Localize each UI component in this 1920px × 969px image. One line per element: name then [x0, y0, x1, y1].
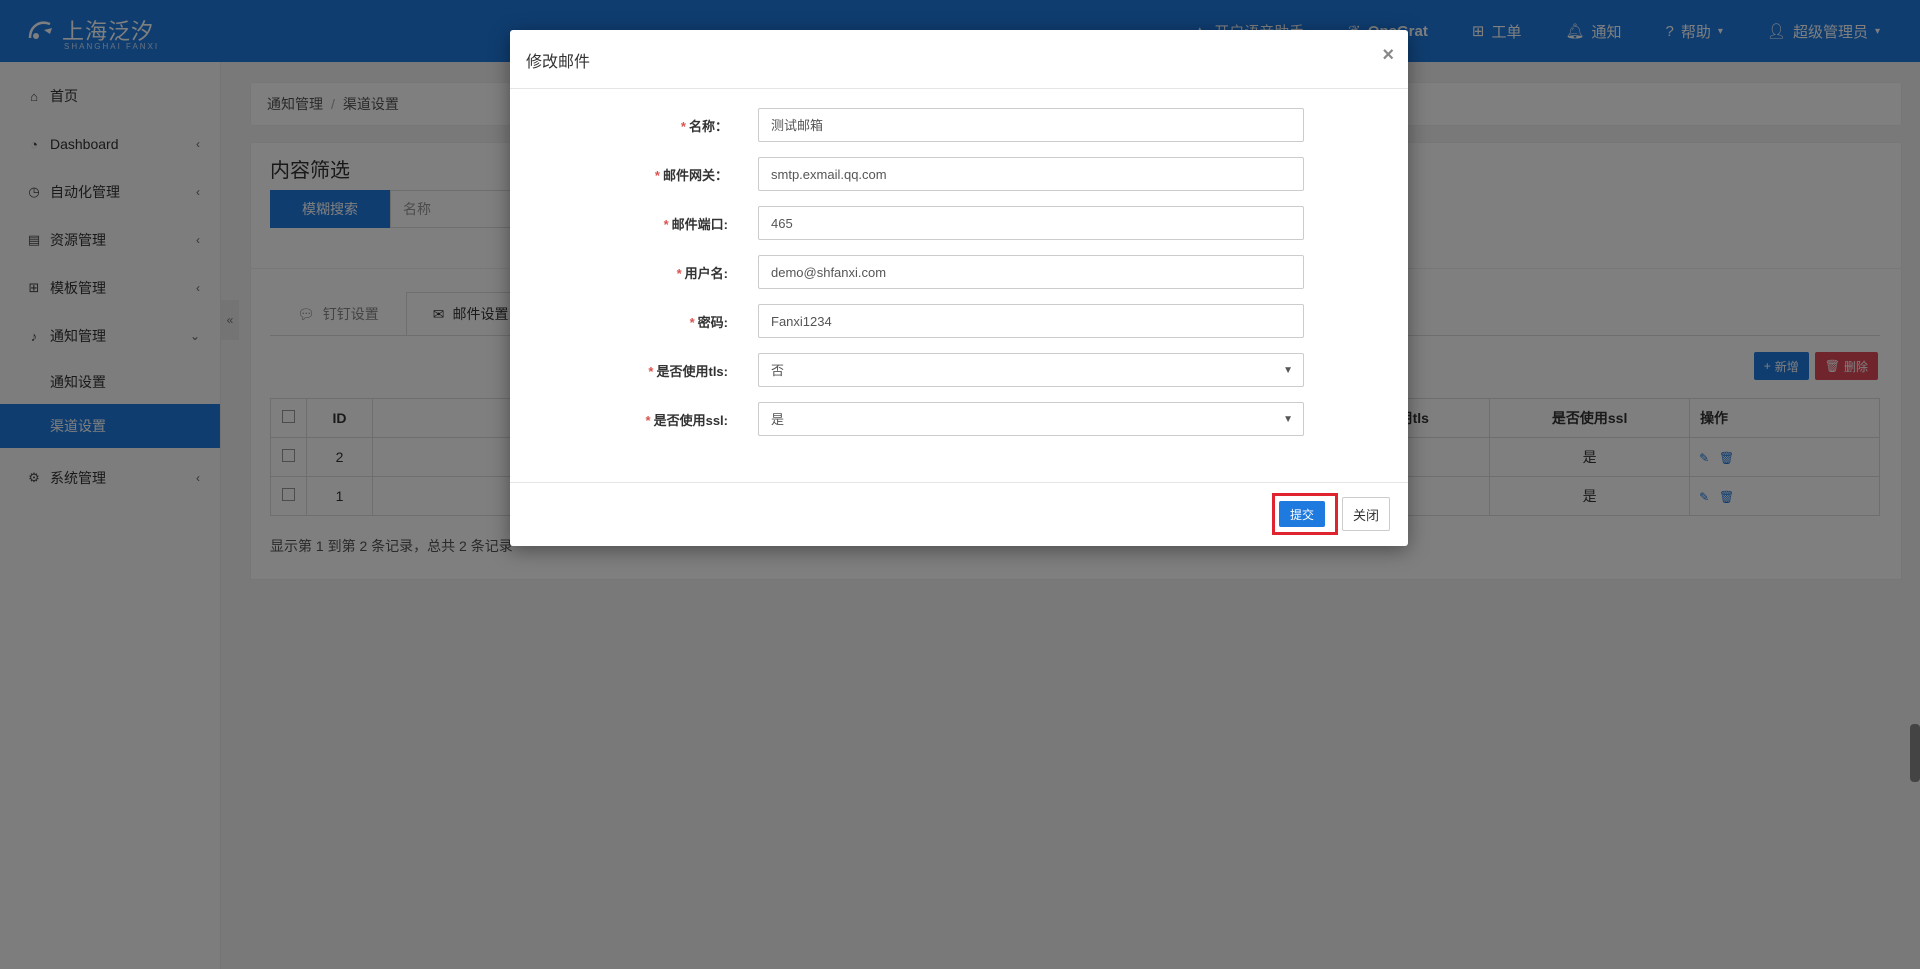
password-input[interactable]: Fanxi1234	[758, 304, 1304, 338]
ssl-select[interactable]: 是 ▼	[758, 402, 1304, 436]
form-row-gateway: * 邮件网关： smtp.exmail.qq.com	[510, 157, 1408, 193]
username-input[interactable]: demo@shfanxi.com	[758, 255, 1304, 289]
port-input[interactable]: 465	[758, 206, 1304, 240]
tls-select[interactable]: 否 ▼	[758, 353, 1304, 387]
edit-email-modal: 修改邮件 × * 名称： 测试邮箱 * 邮件网关： smtp.exmail.qq.c…	[510, 30, 1408, 546]
form-row-name: * 名称： 测试邮箱	[510, 108, 1408, 144]
form-row-port: * 邮件端口: 465	[510, 206, 1408, 242]
form-row-password: * 密码: Fanxi1234	[510, 304, 1408, 340]
gateway-label: * 邮件网关：	[654, 168, 728, 183]
ssl-label: * 是否使用ssl:	[645, 413, 728, 428]
gateway-input[interactable]: smtp.exmail.qq.com	[758, 157, 1304, 191]
tls-select-value: 否	[771, 363, 785, 378]
password-label: * 密码:	[689, 315, 728, 330]
modal-title: 修改邮件	[526, 54, 591, 71]
form-row-ssl: * 是否使用ssl: 是 ▼	[510, 402, 1408, 438]
username-label: * 用户名:	[676, 266, 728, 281]
side-scroll-handle[interactable]	[1910, 724, 1920, 782]
port-label: * 邮件端口:	[663, 217, 728, 232]
tls-label: * 是否使用tls:	[648, 364, 728, 379]
select-arrow-icon: ▼	[1283, 414, 1293, 425]
close-button[interactable]: 关闭	[1342, 497, 1390, 531]
submit-highlight-box: 提交	[1272, 493, 1338, 535]
form-row-tls: * 是否使用tls: 否 ▼	[510, 353, 1408, 389]
close-icon[interactable]: ×	[1382, 44, 1394, 67]
form-row-username: * 用户名: demo@shfanxi.com	[510, 255, 1408, 291]
modal-footer: 提交 关闭	[510, 482, 1408, 547]
submit-button[interactable]: 提交	[1279, 501, 1325, 527]
name-label: * 名称：	[680, 119, 728, 134]
name-input[interactable]: 测试邮箱	[758, 108, 1304, 142]
ssl-select-value: 是	[771, 412, 785, 427]
select-arrow-icon: ▼	[1283, 365, 1293, 376]
modal-header: 修改邮件 ×	[510, 30, 1408, 89]
